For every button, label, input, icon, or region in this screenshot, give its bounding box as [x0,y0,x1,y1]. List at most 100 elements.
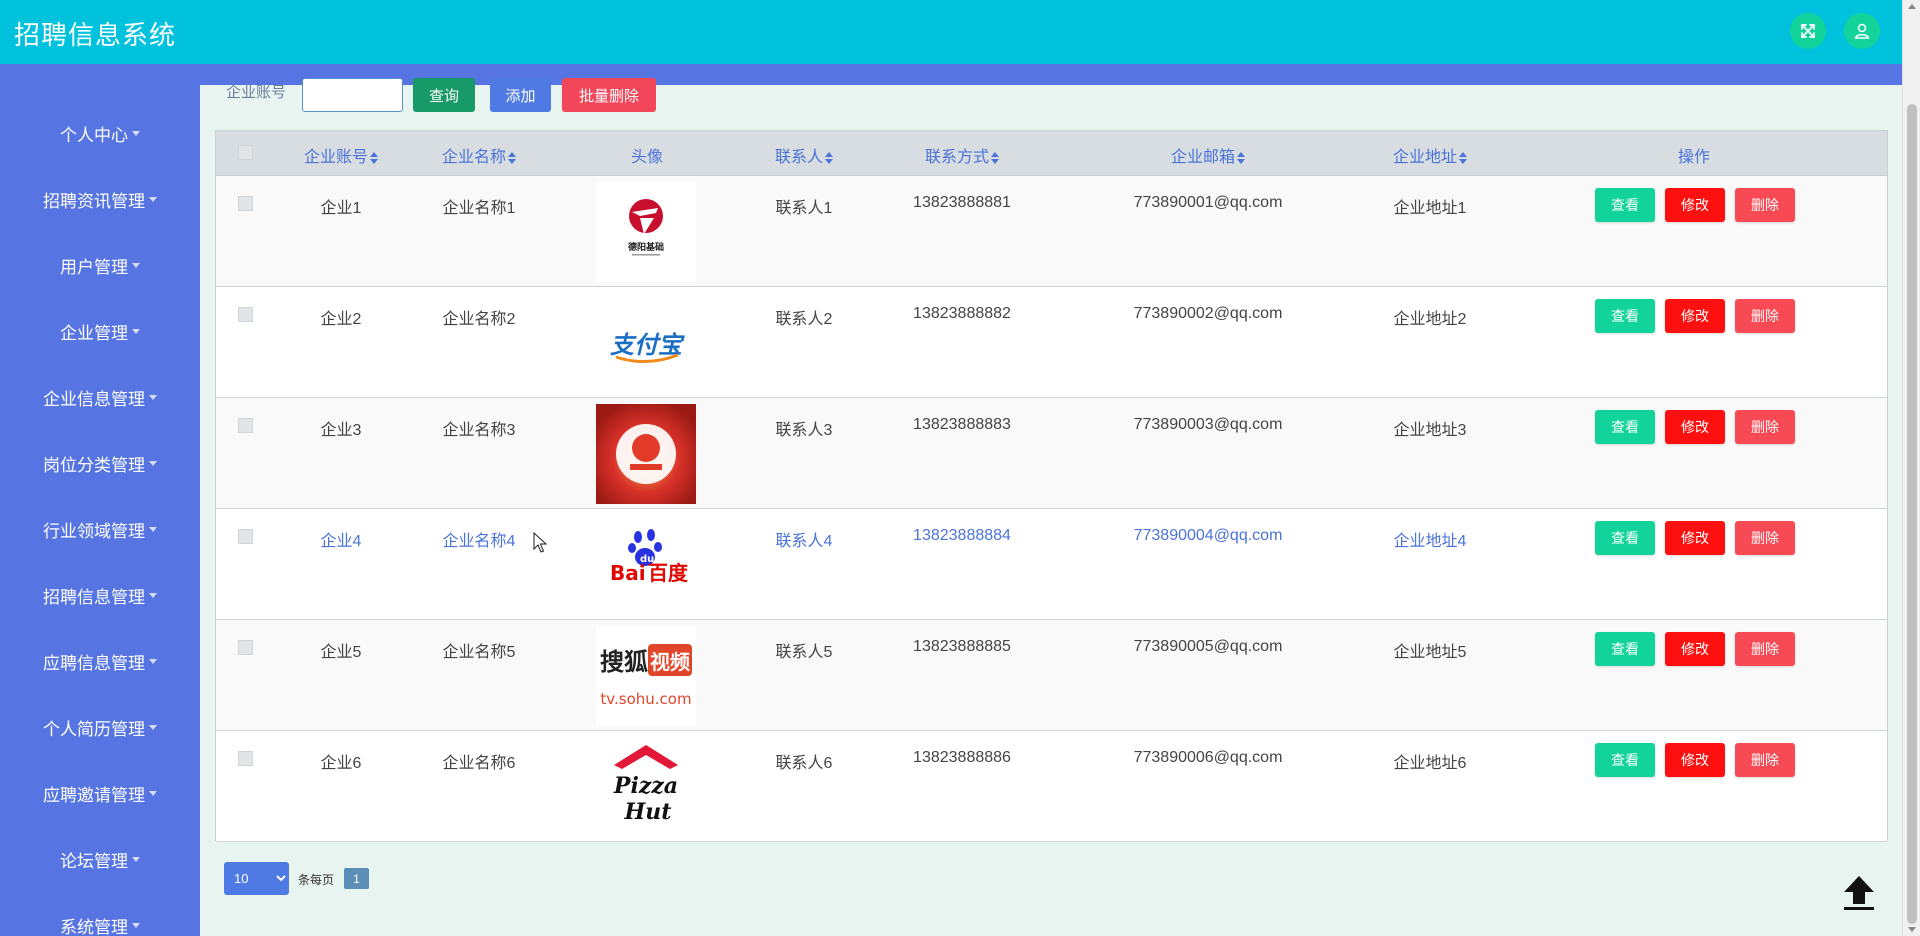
cell-contact: 联系人2 [775,311,833,328]
cell-contact: 联系人4 [775,533,833,550]
sort-icon [825,151,834,164]
company-avatar-image: Bai du 百度 [596,515,696,615]
cell-address: 企业地址2 [1393,311,1467,328]
user-menu-button[interactable] [1844,13,1880,49]
edit-button[interactable]: 修改 [1665,743,1725,777]
delete-button[interactable]: 删除 [1735,743,1795,777]
cell-account: 企业6 [320,755,362,772]
cell-email: 773890001@qq.com [1133,194,1283,211]
sohu-logo-text-b: 视频 [650,650,690,674]
sidebar-item-invitations[interactable]: 应聘邀请管理 [0,773,200,813]
sidebar-item-label: 企业管理 [60,323,128,343]
page-size-select[interactable]: 10 [224,862,289,895]
cell-name: 企业名称2 [442,311,516,328]
search-input[interactable] [302,78,403,112]
sort-icon [508,151,517,164]
edit-button[interactable]: 修改 [1665,521,1725,555]
sidebar-item-resumes[interactable]: 个人简历管理 [0,707,200,747]
sidebar-item-label: 应聘邀请管理 [43,785,145,805]
chevron-down-icon [132,328,140,334]
delete-button[interactable]: 删除 [1735,188,1795,222]
column-header-name[interactable]: 企业名称 [442,143,517,167]
top-header: 招聘信息系统 [0,0,1902,64]
chevron-down-icon [149,790,157,796]
column-header-email[interactable]: 企业邮箱 [1171,143,1246,167]
chevron-down-icon [149,658,157,664]
view-button[interactable]: 查看 [1595,521,1655,555]
sidebar-item-label: 个人简历管理 [43,719,145,739]
sidebar-item-system[interactable]: 系统管理 [0,905,200,936]
sidebar-item-personal-center[interactable]: 个人中心 [0,113,200,153]
sidebar-item-applications[interactable]: 应聘信息管理 [0,641,200,681]
edit-button[interactable]: 修改 [1665,299,1725,333]
chevron-down-icon [132,130,140,136]
chevron-down-icon [149,460,157,466]
cell-email: 773890002@qq.com [1133,305,1283,322]
column-header-contact[interactable]: 联系人 [775,143,834,167]
scroll-up-icon[interactable] [1908,4,1916,9]
sohu-logo-text-c: tv.sohu.com [600,690,691,708]
row-checkbox[interactable] [238,529,253,544]
cell-name: 企业名称4 [442,533,516,550]
view-button[interactable]: 查看 [1595,632,1655,666]
row-checkbox[interactable] [238,751,253,766]
chevron-down-icon [149,196,157,202]
cell-phone: 13823888886 [913,749,1011,766]
cell-email: 773890004@qq.com [1133,527,1283,544]
baidu-logo-text-c: 百度 [648,561,689,585]
sidebar: 个人中心 招聘资讯管理 用户管理 企业管理 企业信息管理 岗位分类管理 行业领域… [0,64,200,936]
sidebar-item-label: 招聘资讯管理 [43,191,145,211]
delete-button[interactable]: 删除 [1735,632,1795,666]
cell-name: 企业名称1 [442,200,516,217]
cell-account: 企业4 [320,533,362,550]
column-header-phone[interactable]: 联系方式 [925,143,1000,167]
cell-account: 企业2 [320,311,362,328]
view-button[interactable]: 查看 [1595,188,1655,222]
edit-button[interactable]: 修改 [1665,632,1725,666]
query-button[interactable]: 查询 [413,78,475,112]
cell-contact: 联系人1 [775,200,833,217]
cell-account: 企业5 [320,644,362,661]
delete-button[interactable]: 删除 [1735,299,1795,333]
view-button[interactable]: 查看 [1595,410,1655,444]
column-header-avatar: 头像 [630,149,664,166]
back-to-top-icon[interactable] [1840,872,1878,912]
row-checkbox[interactable] [238,307,253,322]
edit-button[interactable]: 修改 [1665,188,1725,222]
app-title: 招聘信息系统 [14,20,177,50]
sidebar-item-recruit-info[interactable]: 招聘信息管理 [0,575,200,615]
chevron-down-icon [132,922,140,928]
select-all-checkbox[interactable] [238,145,253,160]
chevron-down-icon [132,262,140,268]
alipay-logo-text: 支付宝 [610,331,685,359]
sidebar-item-companies[interactable]: 企业管理 [0,311,200,351]
sidebar-item-forum[interactable]: 论坛管理 [0,839,200,879]
column-header-address[interactable]: 企业地址 [1393,143,1468,167]
row-checkbox[interactable] [238,196,253,211]
sidebar-item-company-info[interactable]: 企业信息管理 [0,377,200,417]
view-button[interactable]: 查看 [1595,299,1655,333]
sidebar-item-recruit-news[interactable]: 招聘资讯管理 [0,179,200,219]
row-checkbox[interactable] [238,418,253,433]
page-scrollbar[interactable] [1902,0,1920,936]
sidebar-item-job-categories[interactable]: 岗位分类管理 [0,443,200,483]
edit-button[interactable]: 修改 [1665,410,1725,444]
column-header-account[interactable]: 企业账号 [304,143,379,167]
delete-button[interactable]: 删除 [1735,410,1795,444]
page-number-button[interactable]: 1 [344,868,369,889]
cell-contact: 联系人5 [775,644,833,661]
mouse-cursor-icon [533,532,547,553]
scroll-down-icon[interactable] [1908,927,1916,932]
batch-delete-button[interactable]: 批量删除 [562,78,656,112]
add-button[interactable]: 添加 [490,78,551,112]
scroll-thumb[interactable] [1907,104,1917,924]
delete-button[interactable]: 删除 [1735,521,1795,555]
sidebar-item-label: 论坛管理 [60,851,128,871]
sidebar-item-industries[interactable]: 行业领域管理 [0,509,200,549]
cell-account: 企业3 [320,422,362,439]
row-checkbox[interactable] [238,640,253,655]
fullscreen-button[interactable] [1790,13,1826,49]
view-button[interactable]: 查看 [1595,743,1655,777]
sidebar-item-users[interactable]: 用户管理 [0,245,200,285]
cell-contact: 联系人3 [775,422,833,439]
